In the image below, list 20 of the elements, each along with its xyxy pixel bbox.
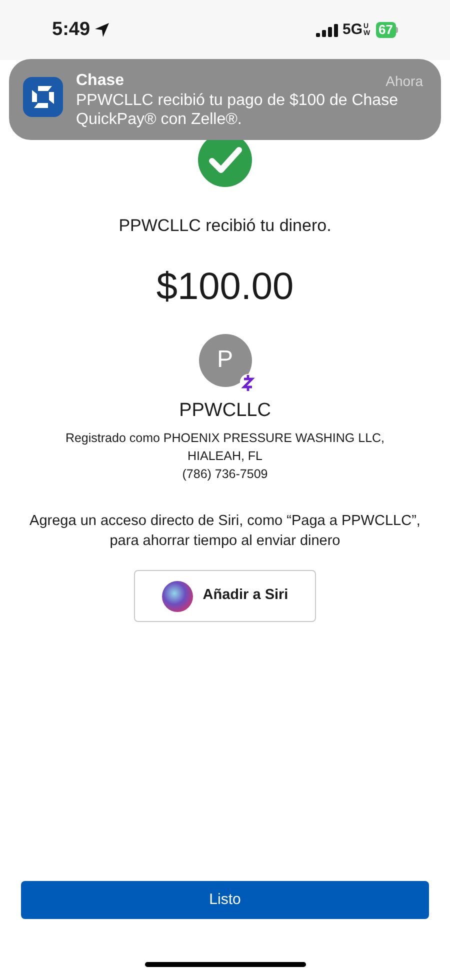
recipient-name: PPWCLLC	[179, 398, 271, 422]
recipient-avatar: P	[198, 334, 252, 386]
zelle-icon	[240, 374, 256, 392]
siri-orb-icon	[162, 580, 193, 612]
done-button[interactable]: Listo	[21, 881, 429, 919]
siri-prompt: Agrega un acceso directo de Siri, como “Paga a PPWCLLC”, para ahorrar tiempo al enviar dinero	[28, 512, 422, 551]
recipient-registered-name: Registrado como PHOENIX PRESSURE WASHING LLC, HIALEAH, FL	[65, 430, 385, 465]
notification-time: Ahora	[386, 72, 423, 91]
recipient-phone: (786) 736-7509	[182, 466, 268, 483]
notification-app-name: Chase	[76, 71, 124, 91]
signal-icon	[316, 24, 338, 36]
amount: $100.00	[156, 264, 294, 310]
battery-icon: 67	[376, 22, 398, 38]
confirmation-message: PPWCLLC recibió tu dinero.	[118, 215, 332, 237]
network-label: 5G	[342, 20, 363, 40]
location-arrow-icon	[94, 22, 110, 38]
chase-app-icon	[23, 77, 63, 117]
status-time: 5:49	[52, 18, 90, 42]
notification-message: PPWCLLC recibió tu pago de $100 de Chase QuickPay® con Zelle®.	[76, 91, 399, 129]
add-to-siri-button[interactable]: Añadir a Siri	[134, 570, 316, 622]
